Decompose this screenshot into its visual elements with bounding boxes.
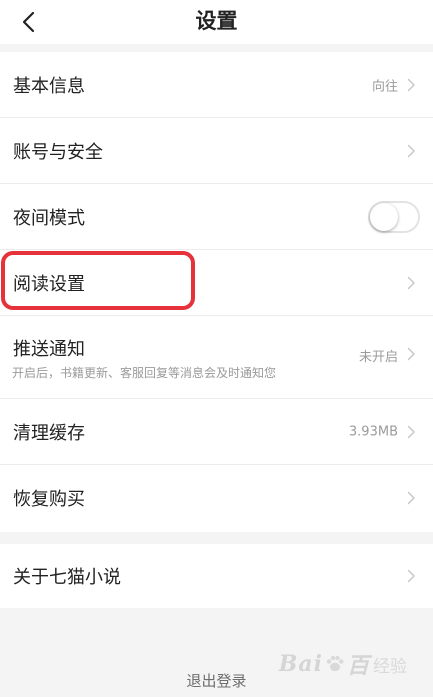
settings-item-label: 基本信息 — [13, 75, 85, 97]
settings-list: 基本信息 向往 账号与安全 夜间模式 阅读设置 推送通知 开启后，书籍更新、客服… — [0, 52, 433, 532]
settings-item-clear-cache[interactable]: 清理缓存 3.93MB — [0, 399, 433, 465]
settings-item-account-security[interactable]: 账号与安全 — [0, 118, 433, 184]
settings-item-label: 夜间模式 — [13, 207, 85, 229]
chevron-right-icon — [407, 144, 415, 157]
paw-icon — [326, 655, 344, 672]
settings-item-restore-purchase[interactable]: 恢复购买 — [0, 465, 433, 531]
watermark-brand-tail: 百 — [346, 653, 370, 679]
page-title: 设置 — [195, 9, 238, 33]
settings-item-description: 开启后，书籍更新、客服回复等消息会及时通知您 — [12, 366, 277, 380]
about-section: 关于七猫小说 — [0, 544, 433, 608]
settings-item-basic-info[interactable]: 基本信息 向往 — [0, 52, 433, 118]
watermark-brand: Bai — [278, 651, 323, 677]
chevron-right-icon — [407, 276, 415, 289]
settings-item-value: 未开启 — [358, 350, 398, 365]
chevron-right-icon — [407, 491, 415, 505]
watermark-cn: 经验 — [373, 656, 407, 677]
settings-item-label: 推送通知 — [13, 339, 85, 360]
toggle-knob — [370, 202, 398, 231]
settings-item-label: 阅读设置 — [13, 273, 85, 295]
chevron-right-icon — [407, 569, 415, 583]
chevron-right-icon — [407, 347, 415, 361]
settings-item-value: 向往 — [371, 79, 398, 94]
chevron-right-icon — [407, 78, 415, 91]
settings-item-value: 3.93MB — [348, 424, 398, 439]
baidu-watermark: Bai 百 经验 — [279, 648, 407, 680]
settings-item-push-notifications[interactable]: 推送通知 开启后，书籍更新、客服回复等消息会及时通知您 未开启 — [0, 316, 433, 399]
settings-item-label: 关于七猫小说 — [13, 567, 121, 588]
night-mode-toggle[interactable] — [368, 200, 420, 233]
settings-item-about[interactable]: 关于七猫小说 — [0, 544, 433, 608]
settings-item-reading-settings[interactable]: 阅读设置 — [0, 250, 433, 316]
settings-item-night-mode: 夜间模式 — [0, 184, 433, 250]
navbar: 设置 — [0, 0, 433, 44]
chevron-right-icon — [407, 425, 415, 438]
settings-item-label: 恢复购买 — [13, 489, 85, 510]
settings-item-label: 账号与安全 — [13, 141, 103, 163]
settings-page: 设置 基本信息 向往 账号与安全 夜间模式 阅读设置 推送通知 开启后，书籍更新… — [0, 0, 433, 697]
settings-item-label: 清理缓存 — [13, 422, 85, 444]
